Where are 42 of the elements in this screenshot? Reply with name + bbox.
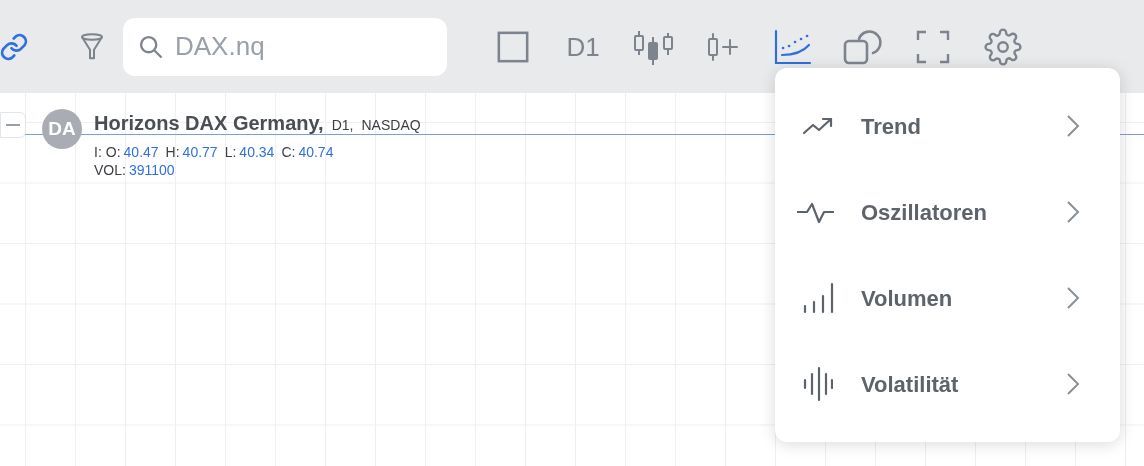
menu-item[interactable]: Oszillatoren <box>775 169 1120 255</box>
symbol-avatar: DA <box>42 109 82 149</box>
bar-levels-icon <box>802 282 834 314</box>
search-field[interactable]: DAX.nq <box>123 17 447 76</box>
price-value: 40.74 <box>298 143 334 161</box>
price-label: L: <box>224 143 237 161</box>
chevron-right-icon <box>1066 114 1080 138</box>
price-value: 40.34 <box>239 143 275 161</box>
chevron-right-icon <box>1066 372 1080 396</box>
price-label: O: <box>105 143 121 161</box>
price-label: C: <box>281 143 296 161</box>
trend-up-icon <box>802 116 834 136</box>
volume-label: VOL: <box>94 161 126 179</box>
minus-icon <box>6 124 20 126</box>
menu-item-label: Trend <box>861 112 921 141</box>
price-value: 40.77 <box>182 143 218 161</box>
symbol-name: Horizons DAX Germany, <box>94 111 324 136</box>
menu-item-label: Oszillatoren <box>861 198 987 227</box>
menu-item[interactable]: Volatilität <box>775 341 1120 427</box>
legend-prefix: I: <box>94 143 102 161</box>
collapse-button[interactable] <box>0 112 26 138</box>
candle-plus-icon <box>706 31 740 62</box>
chart-curve-icon <box>774 28 812 65</box>
price-label: H: <box>165 143 180 161</box>
square-icon <box>496 29 530 64</box>
menu-item[interactable]: Volumen <box>775 255 1120 341</box>
candlestick-icon <box>632 28 674 65</box>
link-icon <box>0 31 29 62</box>
timeframe-text: D1, <box>331 116 354 135</box>
waveform-icon <box>803 366 833 402</box>
fullscreen-icon <box>916 29 950 64</box>
timeframe-label: D1 <box>566 33 600 60</box>
volume-value: 391100 <box>128 161 175 179</box>
menu-item-label: Volatilität <box>861 370 959 399</box>
chevron-right-icon <box>1066 200 1080 224</box>
exchange-text: NASDAQ <box>361 116 421 135</box>
price-value: 40.47 <box>123 143 159 161</box>
menu-item[interactable]: Trend <box>775 83 1120 169</box>
settings-icon <box>984 27 1022 66</box>
timeframe-button[interactable]: D1 <box>561 24 605 69</box>
menu-item-label: Volumen <box>861 284 953 313</box>
chevron-right-icon <box>1066 286 1080 310</box>
